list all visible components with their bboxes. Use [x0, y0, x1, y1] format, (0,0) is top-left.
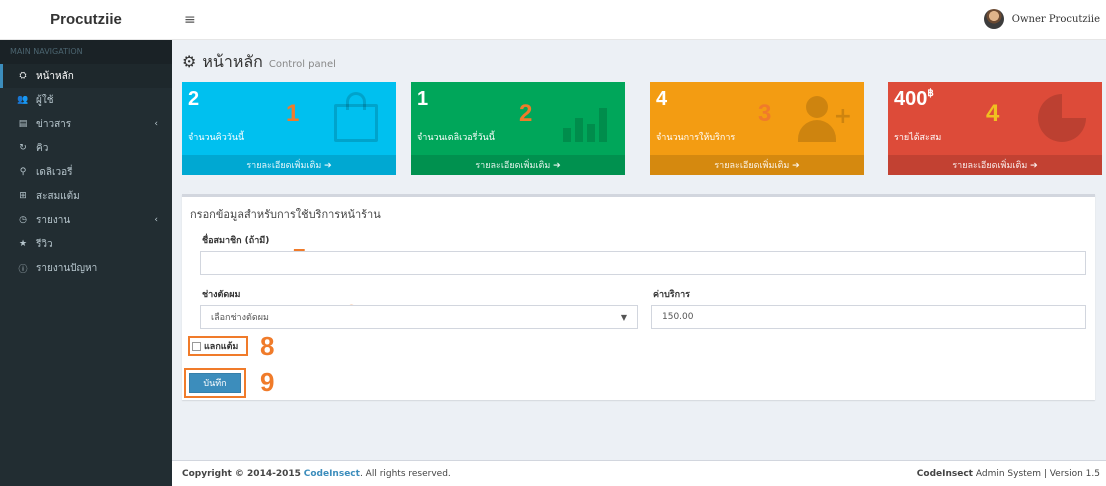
stat-label: รายได้สะสม — [894, 133, 942, 143]
more-info-link[interactable]: รายละเอียดเพิ่มเติม ➔ — [650, 155, 864, 175]
sidebar-item-0[interactable]: ⛭ หน้าหลัก — [0, 64, 172, 88]
sidebar-header: MAIN NAVIGATION — [0, 40, 172, 64]
copyright-text: Copyright © 2014-2015 CodeInsect. All ri… — [182, 469, 451, 479]
member-input[interactable] — [200, 251, 1086, 275]
version-text: CodeInsect Admin System | Version 1.5 — [916, 469, 1100, 479]
page-footer: Copyright © 2014-2015 CodeInsect. All ri… — [172, 460, 1106, 486]
stat-label: จำนวนเดลิเวอรี่วันนี้ — [417, 133, 495, 143]
sidebar-item-label: รีวิว — [36, 238, 53, 250]
redeem-label[interactable]: แลกแต้ม — [204, 339, 238, 353]
page-title: หน้าหลัก — [202, 52, 263, 71]
annotation-marker: 4 — [986, 100, 1000, 127]
stat-box-revenue: 400฿ รายได้สะสม 4 รายละเอียดเพิ่มเติม ➔ — [888, 82, 1102, 175]
sidebar-item-6[interactable]: ◷ รายงาน ‹ — [0, 208, 172, 232]
page-header: ⚙ หน้าหลัก Control panel — [182, 50, 336, 75]
pie-chart-icon — [1038, 94, 1086, 142]
barber-label: ช่างตัดผม — [202, 290, 241, 300]
sidebar-item-label: สะสมแต้ม — [36, 190, 80, 202]
stat-box-queue: 2 จำนวนคิววันนี้ 1 รายละเอียดเพิ่มเติม ➔ — [182, 82, 396, 175]
sidebar-item-1[interactable]: 👥 ผู้ใช้ — [0, 88, 172, 112]
refresh-icon: ↻ — [19, 143, 27, 153]
page-subtitle: Control panel — [268, 59, 336, 70]
gift-icon: ⊞ — [19, 191, 27, 201]
user-name[interactable]: Owner Procutziie — [1012, 14, 1100, 25]
price-input[interactable]: 150.00 — [651, 305, 1086, 329]
sidebar-item-3[interactable]: ↻ คิว — [0, 136, 172, 160]
sidebar-item-2[interactable]: ▤ ข่าวสาร ‹ — [0, 112, 172, 136]
caret-down-icon: ▼ — [620, 312, 627, 322]
sidebar-item-label: เดลิเวอรี่ — [36, 166, 73, 178]
annotation-marker: 2 — [519, 100, 533, 127]
user-menu[interactable]: Owner Procutziie — [983, 9, 1100, 29]
users-icon: 👥 — [17, 95, 29, 105]
more-info-link[interactable]: รายละเอียดเพิ่มเติม ➔ — [888, 155, 1102, 175]
sidebar-item-4[interactable]: ⚲ เดลิเวอรี่ — [0, 160, 172, 184]
sidebar-item-5[interactable]: ⊞ สะสมแต้ม — [0, 184, 172, 208]
stat-value: 1 — [417, 88, 429, 110]
clock-icon: ◷ — [19, 215, 27, 225]
avatar[interactable] — [983, 9, 1004, 29]
annotation-marker: 1 — [286, 100, 300, 127]
save-button[interactable]: บันทึก — [189, 373, 241, 393]
stat-box-services: + 4 จำนวนการให้บริการ 3 รายละเอียดเพิ่มเ… — [650, 82, 864, 175]
info-icon: ⓘ — [18, 264, 28, 275]
motorcycle-icon: ⚲ — [19, 167, 27, 177]
price-label: ค่าบริการ — [653, 290, 690, 300]
star-icon: ★ — [18, 239, 28, 249]
menu-toggle-icon[interactable]: ≡ — [184, 12, 196, 28]
stat-box-delivery: 1 จำนวนเดลิเวอรี่วันนี้ 2 รายละเอียดเพิ่… — [411, 82, 625, 175]
annotation-marker: 3 — [758, 100, 772, 127]
sidebar-item-label: ผู้ใช้ — [36, 94, 54, 106]
brand-logo[interactable]: Procutziie — [0, 0, 172, 40]
redeem-checkbox[interactable] — [192, 341, 201, 351]
form-title: กรอกข้อมูลสำหรับการใช้บริการหน้าร้าน — [190, 208, 381, 221]
chevron-left-icon: ‹ — [154, 119, 158, 129]
dashboard-icon: ⚙ — [182, 52, 197, 71]
save-button-frame: บันทึก — [184, 368, 246, 398]
newspaper-icon: ▤ — [18, 119, 28, 129]
service-form: กรอกข้อมูลสำหรับการใช้บริการหน้าร้าน ชื่… — [182, 194, 1095, 400]
more-info-link[interactable]: รายละเอียดเพิ่มเติม ➔ — [182, 155, 396, 175]
company-link[interactable]: CodeInsect — [304, 469, 360, 479]
sidebar-item-label: หน้าหลัก — [36, 70, 74, 82]
member-label: ชื่อสมาชิก (ถ้ามี) — [202, 236, 270, 246]
sidebar-item-label: คิว — [36, 142, 49, 154]
top-navbar: ≡ Owner Procutziie — [172, 0, 1106, 40]
sidebar-item-label: รายงาน — [36, 214, 71, 226]
sidebar-item-8[interactable]: ⓘ รายงานปัญหา — [0, 256, 172, 280]
annotation-marker: 9 — [260, 367, 275, 397]
barber-selected-value: เลือกช่างตัดผม — [211, 313, 269, 323]
barber-select[interactable]: เลือกช่างตัดผม ▼ — [200, 305, 638, 329]
sidebar-item-label: ข่าวสาร — [36, 118, 72, 130]
add-user-icon — [806, 96, 828, 118]
stat-value: 400฿ — [894, 88, 934, 110]
annotation-marker: 8 — [260, 331, 275, 361]
dashboard-icon: ⛭ — [19, 71, 27, 81]
sidebar: MAIN NAVIGATION ⛭ หน้าหลัก 👥 ผู้ใช้ ▤ ข่าวสาร… — [0, 40, 172, 486]
redeem-points-checkbox-group[interactable]: แลกแต้ม — [188, 336, 248, 356]
chevron-left-icon: ‹ — [154, 215, 158, 225]
stat-label: จำนวนคิววันนี้ — [188, 133, 245, 143]
sidebar-item-label: รายงานปัญหา — [36, 262, 98, 274]
stat-label: จำนวนการให้บริการ — [656, 133, 736, 143]
bar-chart-icon — [563, 102, 607, 142]
stat-value: 2 — [188, 88, 200, 110]
more-info-link[interactable]: รายละเอียดเพิ่มเติม ➔ — [411, 155, 625, 175]
stat-value: 4 — [656, 88, 668, 110]
sidebar-item-7[interactable]: ★ รีวิว — [0, 232, 172, 256]
